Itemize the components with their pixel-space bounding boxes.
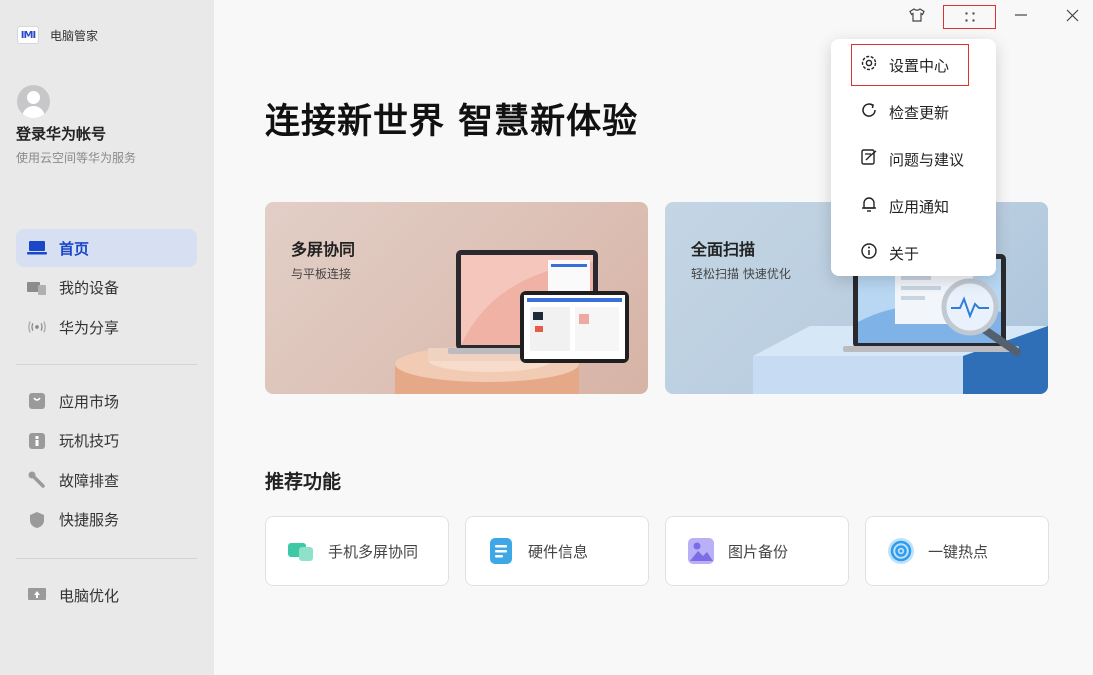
- hardware-info-icon: [486, 536, 516, 566]
- page-title: 连接新世界 智慧新体验: [265, 102, 639, 142]
- app-logo: IMI: [17, 26, 39, 44]
- sidebar-item-quick-service[interactable]: 快捷服务: [16, 501, 197, 539]
- close-icon: [1066, 7, 1079, 26]
- sidebar-item-tips[interactable]: 玩机技巧: [16, 422, 197, 460]
- menu-item-about[interactable]: 关于: [831, 233, 996, 273]
- multi-screen-card[interactable]: 多屏协同 与平板连接: [265, 202, 648, 394]
- app-store-icon: [27, 391, 47, 411]
- hotspot-icon: [886, 536, 916, 566]
- recommend-title: 推荐功能: [265, 471, 342, 493]
- feature-phone-multiscreen[interactable]: 手机多屏协同: [265, 516, 449, 586]
- sidebar-item-app-market[interactable]: 应用市场: [16, 382, 197, 420]
- info-icon: [860, 242, 878, 264]
- shirt-icon: [909, 7, 925, 26]
- theme-skin-button[interactable]: [905, 6, 929, 26]
- image-backup-icon: [686, 536, 716, 566]
- feature-hardware-info[interactable]: 硬件信息: [465, 516, 649, 586]
- brand: IMI 电脑管家: [17, 26, 98, 44]
- nav-secondary: 应用市场 玩机技巧 故障排查 快捷服务: [16, 382, 197, 540]
- menu-item-label: 检查更新: [889, 103, 950, 122]
- main-menu-dropdown: 设置中心 检查更新 问题与建议 应用通知 关于: [831, 39, 996, 276]
- share-wave-icon: [27, 317, 47, 337]
- sidebar-item-troubleshoot[interactable]: 故障排查: [16, 461, 197, 499]
- sidebar-item-label: 玩机技巧: [59, 432, 120, 450]
- optimize-icon: [27, 585, 47, 605]
- menu-item-check-update[interactable]: 检查更新: [831, 92, 996, 132]
- nav-tertiary: 电脑优化: [16, 576, 197, 616]
- sidebar-item-label: 电脑优化: [59, 586, 120, 605]
- sidebar-item-label: 快捷服务: [59, 511, 120, 529]
- feature-hotspot[interactable]: 一键热点: [865, 516, 1049, 586]
- divider: [16, 558, 197, 559]
- laptop-tablet-illustration: [395, 250, 629, 394]
- laptop-icon: [27, 238, 47, 258]
- sidebar-item-share[interactable]: 华为分享: [16, 308, 197, 346]
- feedback-icon: [860, 148, 878, 170]
- menu-item-label: 问题与建议: [889, 150, 965, 169]
- shield-icon: [27, 510, 47, 530]
- dots-grid-icon: [964, 8, 976, 27]
- multi-screen-icon: [286, 536, 316, 566]
- login-subtitle: 使用云空间等华为服务: [16, 151, 137, 165]
- refresh-icon: [860, 101, 878, 123]
- feature-image-backup[interactable]: 图片备份: [665, 516, 849, 586]
- feature-label: 一键热点: [928, 542, 989, 561]
- sidebar-item-label: 首页: [59, 239, 90, 258]
- wrench-icon: [27, 470, 47, 490]
- sidebar-item-optimize[interactable]: 电脑优化: [16, 576, 197, 614]
- close-button[interactable]: [1060, 6, 1084, 26]
- login-title[interactable]: 登录华为帐号: [16, 123, 106, 144]
- gear-icon: [860, 54, 878, 76]
- divider: [16, 364, 197, 365]
- devices-icon: [27, 278, 47, 298]
- menu-item-label: 设置中心: [889, 56, 950, 75]
- nav-primary: 首页 我的设备 华为分享: [16, 229, 197, 348]
- sidebar-item-label: 应用市场: [59, 392, 120, 411]
- feature-label: 手机多屏协同: [328, 542, 419, 561]
- minimize-button[interactable]: [1009, 6, 1033, 26]
- main-menu-button[interactable]: [943, 5, 996, 29]
- menu-item-feedback[interactable]: 问题与建议: [831, 139, 996, 179]
- sidebar: IMI 电脑管家 登录华为帐号 使用云空间等华为服务 首页 我的设备 华为分享: [0, 0, 214, 675]
- bell-icon: [860, 195, 878, 217]
- avatar[interactable]: [17, 85, 50, 118]
- menu-item-settings[interactable]: 设置中心: [851, 44, 969, 86]
- sidebar-item-home[interactable]: 首页: [16, 229, 197, 267]
- sidebar-item-label: 故障排查: [59, 471, 120, 490]
- minimize-icon: [1014, 7, 1028, 26]
- feature-label: 硬件信息: [528, 542, 589, 561]
- menu-item-label: 应用通知: [889, 197, 950, 216]
- sidebar-item-label: 华为分享: [59, 318, 120, 337]
- app-name: 电脑管家: [50, 28, 99, 43]
- sidebar-item-devices[interactable]: 我的设备: [16, 269, 197, 307]
- menu-item-notifications[interactable]: 应用通知: [831, 186, 996, 226]
- menu-item-label: 关于: [889, 244, 920, 263]
- tips-icon: [27, 431, 47, 451]
- feature-label: 图片备份: [728, 542, 789, 561]
- sidebar-item-label: 我的设备: [59, 279, 120, 297]
